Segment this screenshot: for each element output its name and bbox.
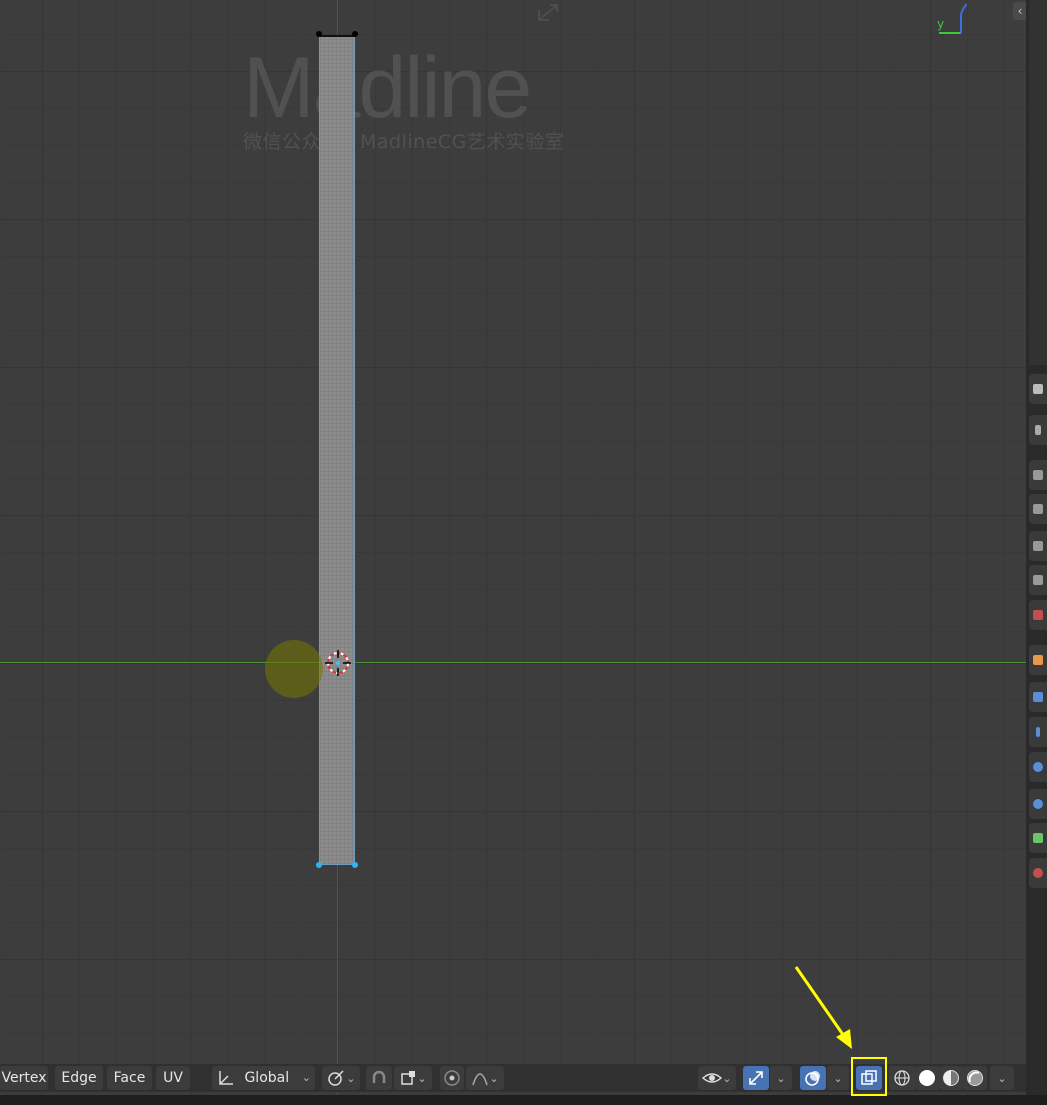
- render-icon: [1035, 425, 1041, 435]
- watermark: Madline 微信公众号：MadlineCG艺术实验室: [243, 45, 564, 154]
- vertex-mode-button[interactable]: Vertex: [0, 1066, 48, 1090]
- edge-mode-button[interactable]: Edge: [55, 1066, 103, 1090]
- wrench-icon: [1033, 692, 1043, 702]
- overlay-dropdown[interactable]: ⌄: [827, 1066, 849, 1090]
- scene-tab[interactable]: [1029, 531, 1047, 561]
- object-tab[interactable]: [1029, 645, 1047, 675]
- snap-target-icon: [401, 1071, 416, 1085]
- data-tab[interactable]: [1029, 823, 1047, 853]
- gizmo-toggle-button[interactable]: [743, 1066, 769, 1090]
- pivot-point-dropdown[interactable]: ⌄: [322, 1066, 360, 1090]
- pivot-icon: [328, 1070, 344, 1086]
- visibility-dropdown[interactable]: ⌄: [698, 1066, 736, 1090]
- snap-magnet-icon: [372, 1070, 386, 1083]
- watermark-logo: Madline: [243, 40, 532, 136]
- rendered-shading-icon: [967, 1070, 983, 1086]
- output-icon: [1033, 470, 1043, 480]
- rendered-shading-button[interactable]: [963, 1066, 987, 1090]
- gizmo-dropdown[interactable]: ⌄: [770, 1066, 792, 1090]
- annotation-arrow-icon: [794, 966, 852, 1049]
- y-axis-label: y: [937, 17, 945, 31]
- annotation-highlight-box: [851, 1057, 887, 1096]
- collection-icon: [1033, 610, 1043, 620]
- vertex-bottom-right[interactable]: [352, 862, 358, 868]
- chevron-down-icon: ⌄: [833, 1072, 843, 1085]
- mesh-data-icon: [1033, 833, 1043, 843]
- material-tab[interactable]: [1029, 858, 1047, 888]
- world-tab[interactable]: [1029, 565, 1047, 595]
- orientation-label: Global: [244, 1070, 290, 1086]
- view-layer-tab[interactable]: [1029, 494, 1047, 524]
- wireframe-shading-button[interactable]: [889, 1066, 915, 1090]
- watermark-subtitle: 微信公众号：MadlineCG艺术实验室: [243, 131, 565, 153]
- overlay-toggle-button[interactable]: [800, 1066, 826, 1090]
- chevron-down-icon: ⌄: [346, 1072, 356, 1085]
- collection-tab[interactable]: [1029, 600, 1047, 630]
- snap-toggle-button[interactable]: [366, 1066, 392, 1090]
- vertex-bottom-left[interactable]: [316, 862, 322, 868]
- plane-mesh[interactable]: [319, 35, 355, 865]
- transform-orientation-dropdown[interactable]: Global ⌄: [212, 1066, 315, 1090]
- chevron-down-icon: ⌄: [997, 1072, 1007, 1085]
- scene-icon: [1033, 541, 1043, 551]
- material-shading-icon: [943, 1070, 959, 1086]
- chevron-down-icon: ⌄: [776, 1072, 786, 1085]
- brush-circle: [265, 640, 323, 698]
- overlay-icon: [805, 1071, 820, 1086]
- tool-tab[interactable]: [1029, 374, 1047, 404]
- output-tab[interactable]: [1029, 460, 1047, 490]
- constraints-icon: [1033, 799, 1043, 809]
- sidebar-toggle-button[interactable]: ‹: [1013, 2, 1027, 20]
- world-icon: [1033, 575, 1043, 585]
- render-tab[interactable]: [1029, 415, 1047, 445]
- expand-corner-icon[interactable]: [537, 2, 561, 22]
- toolbar-scroll: [1029, 0, 1047, 365]
- physics-tab[interactable]: [1029, 752, 1047, 782]
- face-mode-button[interactable]: Face: [107, 1066, 152, 1090]
- solid-shading-icon: [919, 1070, 935, 1086]
- snap-target-dropdown[interactable]: ⌄: [394, 1066, 432, 1090]
- object-icon: [1033, 655, 1043, 665]
- chevron-down-icon: ⌄: [722, 1072, 732, 1085]
- vertex-top-right[interactable]: [352, 31, 358, 37]
- constraints-tab[interactable]: [1029, 789, 1047, 819]
- wireframe-shading-icon: [894, 1070, 910, 1086]
- 3d-viewport[interactable]: Madline 微信公众号：MadlineCG艺术实验室 y: [0, 0, 1026, 1095]
- solid-shading-button[interactable]: [915, 1066, 939, 1090]
- modifier-tab[interactable]: [1029, 682, 1047, 712]
- view-layer-icon: [1033, 504, 1043, 514]
- falloff-curve-icon: [472, 1073, 489, 1086]
- status-bar: [0, 1095, 1047, 1105]
- falloff-dropdown[interactable]: ⌄: [466, 1066, 504, 1090]
- particles-icon: [1036, 727, 1040, 737]
- proportional-edit-icon: [444, 1070, 460, 1086]
- chevron-down-icon: ⌄: [417, 1072, 427, 1085]
- physics-icon: [1033, 762, 1043, 772]
- proportional-edit-button[interactable]: [440, 1066, 464, 1090]
- shading-dropdown[interactable]: ⌄: [990, 1066, 1014, 1090]
- vertex-top-left[interactable]: [316, 31, 322, 37]
- material-shading-button[interactable]: [939, 1066, 963, 1090]
- chevron-down-icon: ⌄: [489, 1072, 499, 1085]
- object-origin: [336, 661, 340, 665]
- uv-mode-button[interactable]: UV: [156, 1066, 190, 1090]
- navigation-gizmo[interactable]: y: [937, 0, 968, 36]
- material-icon: [1033, 868, 1043, 878]
- gizmo-arrows-icon: [749, 1071, 763, 1085]
- particles-tab[interactable]: [1029, 717, 1047, 747]
- top-edge[interactable]: [319, 35, 355, 37]
- eye-icon: [702, 1073, 723, 1083]
- tool-icon: [1033, 384, 1043, 394]
- chevron-down-icon: ⌄: [301, 1071, 311, 1084]
- y-axis-line: [0, 662, 1026, 663]
- orientation-icon: [219, 1071, 233, 1085]
